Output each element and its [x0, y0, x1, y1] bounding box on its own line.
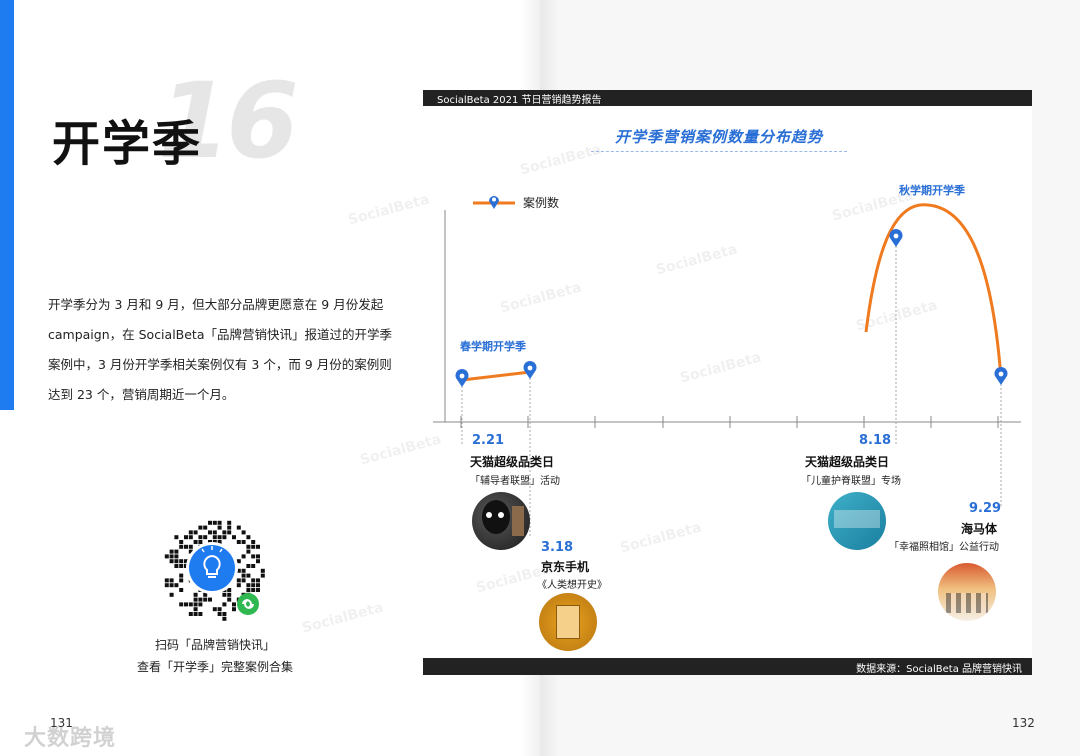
source-note: 数据来源：SocialBeta 品牌营销快讯	[856, 664, 1022, 675]
event-thumbnail	[472, 492, 530, 550]
trend-chart	[433, 203, 1021, 536]
chart-panel: SocialBeta 2021 节日营销趋势报告 SocialBeta Soci…	[300, 90, 1032, 675]
event-date: 9.29	[969, 501, 1002, 516]
event-name: 海马体	[961, 522, 998, 536]
spring-term-label: 春学期开学季	[460, 340, 526, 353]
qr-caption-line-1: 扫码「品牌营销快讯」	[154, 638, 275, 652]
event-thumbnail	[938, 563, 996, 621]
mini-program-badge-icon	[237, 593, 259, 615]
qr-caption-line-2: 查看「开学季」完整案例合集	[136, 660, 293, 674]
intro-paragraph: 开学季分为 3 月和 9 月，但大部分品牌更愿意在 9 月份发起 campaig…	[48, 297, 392, 402]
page-number-left: 131	[50, 716, 73, 730]
page-title: 开学季	[52, 116, 203, 172]
event-name: 天猫超级品类日	[805, 455, 890, 469]
series-line-autumn	[864, 203, 1003, 379]
event-desc: 「儿童护脊联盟」专场	[801, 476, 901, 487]
map-pin-marker-icon	[889, 229, 903, 247]
map-pin-marker-icon	[455, 369, 469, 387]
page-number-right: 132	[1012, 716, 1035, 730]
event-desc: 「辅导者联盟」活动	[470, 476, 560, 487]
map-pin-marker-icon	[994, 367, 1008, 385]
event-name: 天猫超级品类日	[470, 455, 555, 469]
event-date: 3.18	[541, 540, 574, 555]
event-date: 2.21	[472, 433, 505, 448]
event-name: 京东手机	[541, 560, 590, 574]
event-date: 8.18	[859, 433, 892, 448]
map-pin-marker-icon	[523, 361, 537, 379]
event-thumbnail	[539, 593, 597, 651]
event-desc: 《人类想开史》	[537, 580, 607, 591]
event-thumbnail	[828, 492, 886, 550]
event-desc: 「幸福照相馆」公益行动	[889, 542, 999, 553]
accent-bar	[0, 0, 14, 410]
source-footer-bar: 数据来源：SocialBeta 品牌营销快讯	[423, 658, 1032, 675]
autumn-term-label: 秋学期开学季	[899, 184, 965, 197]
qr-caption: 扫码「品牌营销快讯」 查看「开学季」完整案例合集	[120, 634, 310, 678]
series-line-spring	[461, 370, 531, 382]
mini-program-qr-code[interactable]	[156, 512, 268, 624]
